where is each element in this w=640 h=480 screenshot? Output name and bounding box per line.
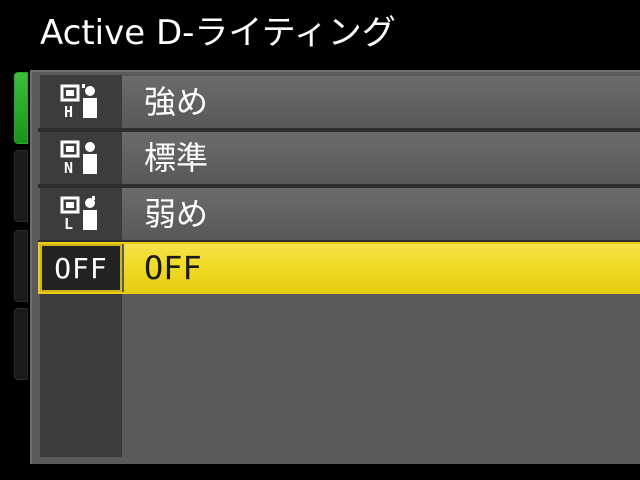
- bottom-bar: [30, 464, 640, 480]
- option-strong-label: 強め: [144, 83, 209, 121]
- adl-high-letter: H: [64, 103, 73, 120]
- adl-normal-letter: N: [64, 159, 73, 176]
- adl-high-icon: H: [38, 76, 122, 128]
- side-tab-4[interactable]: [14, 308, 28, 380]
- off-badge: OFF: [40, 244, 122, 292]
- screen-title: Active D-ライティング: [40, 13, 396, 53]
- side-tab-1[interactable]: [14, 72, 28, 144]
- side-tab-2[interactable]: [14, 150, 28, 222]
- option-off-label: OFF: [144, 249, 202, 287]
- off-badge-text: OFF: [54, 251, 108, 285]
- adl-low-icon: L: [38, 188, 122, 240]
- option-standard-label: 標準: [144, 139, 209, 177]
- option-weak-label: 弱め: [144, 195, 209, 233]
- adl-low-letter: L: [64, 215, 73, 232]
- adl-normal-icon: N: [38, 132, 122, 184]
- option-off[interactable]: OFF OFF: [38, 242, 640, 294]
- option-strong[interactable]: H 強め: [38, 76, 640, 128]
- option-weak[interactable]: L 弱め: [38, 188, 640, 240]
- side-tab-3[interactable]: [14, 230, 28, 302]
- option-standard[interactable]: N 標準: [38, 132, 640, 184]
